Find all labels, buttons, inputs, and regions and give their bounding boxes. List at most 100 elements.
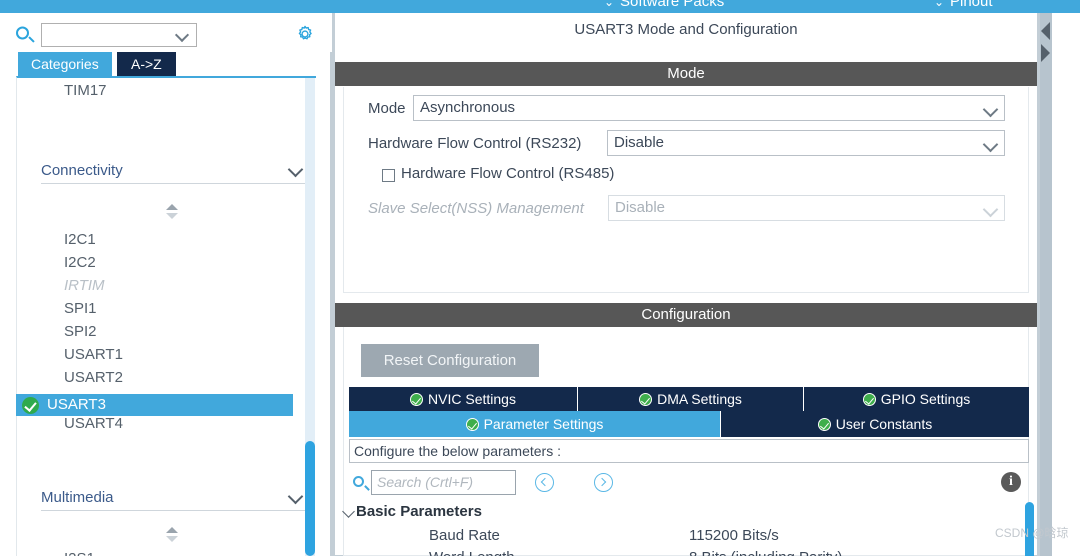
reset-configuration-button[interactable]: Reset Configuration (361, 344, 539, 377)
select-mode[interactable]: Asynchronous (413, 95, 1005, 121)
tree-item-tim17[interactable]: TIM17 (64, 82, 107, 99)
spinner-up-icon[interactable] (166, 204, 178, 210)
label-hw-flow-rs485[interactable]: Hardware Flow Control (RS485) (401, 165, 614, 182)
tab-software-packs[interactable]: Software Packs (620, 0, 724, 10)
panel-splitter-track[interactable] (1040, 13, 1052, 556)
tree-item-usart3-label: USART3 (47, 396, 106, 413)
chevron-down-icon[interactable] (177, 29, 188, 40)
parameter-search-input[interactable]: Search (Crtl+F) (371, 470, 516, 495)
group-header-connectivity[interactable]: Connectivity (41, 162, 307, 184)
search-icon (353, 476, 364, 487)
tab-user-constants-label: User Constants (835, 416, 933, 432)
mode-section-body: Mode Asynchronous Hardware Flow Control … (343, 87, 1029, 293)
tab-user-constants[interactable]: User Constants (721, 411, 1029, 437)
chevron-down-icon[interactable] (290, 491, 301, 502)
tree-item-irtim[interactable]: IRTIM (64, 277, 105, 294)
check-icon (22, 397, 39, 414)
chevron-left-icon: ⌄ (604, 0, 615, 9)
scroll-spinner-multimedia[interactable] (166, 527, 179, 542)
spinner-down-icon[interactable] (166, 213, 178, 219)
chevron-down-icon[interactable] (290, 164, 301, 175)
tree-item-usart1[interactable]: USART1 (64, 346, 123, 363)
tab-dma-settings-label: DMA Settings (657, 391, 742, 407)
spinner-down-icon[interactable] (166, 536, 178, 542)
app-root: ⌄ Software Packs ⌄ Pinout Categories A->… (0, 0, 1080, 556)
param-group-basic-parameters[interactable]: Basic Parameters (356, 503, 482, 520)
arrow-left-glyph (540, 477, 550, 487)
sidebar-search-row (0, 13, 332, 52)
panel-splitter-handle[interactable] (1040, 22, 1052, 62)
search-input[interactable] (42, 24, 196, 30)
group-label-connectivity: Connectivity (41, 162, 123, 179)
tab-parameter-settings[interactable]: Parameter Settings (349, 411, 721, 437)
config-tabs-row-2: Parameter Settings User Constants (349, 411, 1029, 437)
tab-dma-settings[interactable]: DMA Settings (578, 387, 804, 411)
tree-item-i2c1[interactable]: I2C1 (64, 231, 96, 248)
select-mode-value: Asynchronous (420, 99, 516, 116)
chevron-down-icon[interactable] (985, 139, 995, 149)
check-circle-icon (817, 418, 831, 431)
mode-section-header: Mode (335, 62, 1037, 86)
search-combo[interactable] (41, 23, 197, 47)
tab-categories[interactable]: Categories (18, 52, 112, 76)
search-icon (16, 26, 29, 40)
param-group-basic-parameters-label: Basic Parameters (356, 503, 482, 520)
configuration-section-header: Configuration (335, 303, 1037, 327)
config-tabs-row-1: NVIC Settings DMA Settings GPIO Settings (349, 387, 1029, 411)
select-hw-flow-rs232-value: Disable (614, 134, 665, 151)
collapse-right-icon[interactable] (1041, 44, 1050, 62)
parameter-search-row: Search (Crtl+F) i (349, 467, 1029, 499)
tree-item-i2s1[interactable]: I2S1 (64, 550, 95, 556)
tab-gpio-settings[interactable]: GPIO Settings (804, 387, 1029, 411)
scroll-spinner-connectivity[interactable] (166, 204, 179, 219)
page-title: USART3 Mode and Configuration (335, 13, 1037, 47)
chevron-left-circle-icon[interactable] (535, 473, 554, 492)
spinner-up-icon[interactable] (166, 527, 178, 533)
tab-pinout[interactable]: Pinout (950, 0, 993, 10)
sidebar: Categories A->Z TIM17 Connectivity I2C1 … (0, 13, 332, 556)
tree-item-spi1[interactable]: SPI1 (64, 300, 97, 317)
watermark: CSDN @晗琼 (995, 526, 1069, 540)
configure-note: Configure the below parameters : (349, 439, 1029, 463)
tree-item-spi2[interactable]: SPI2 (64, 323, 97, 340)
chevron-down-icon[interactable] (344, 507, 353, 516)
group-header-multimedia[interactable]: Multimedia (41, 489, 307, 511)
configuration-panel: USART3 Mode and Configuration Mode Mode … (334, 13, 1038, 556)
arrow-right-glyph (597, 477, 607, 487)
sidebar-scrollbar-thumb[interactable] (305, 441, 315, 556)
tree-item-usart2[interactable]: USART2 (64, 369, 123, 386)
select-slave-select-nss-value: Disable (615, 199, 666, 216)
label-slave-select-nss: Slave Select(NSS) Management (368, 200, 584, 217)
info-icon[interactable]: i (1001, 472, 1021, 492)
chevron-down-icon[interactable] (985, 104, 995, 114)
tab-gpio-settings-label: GPIO Settings (880, 391, 971, 407)
param-value-baud-rate[interactable]: 115200 Bits/s (689, 527, 779, 544)
tab-parameter-settings-label: Parameter Settings (483, 416, 604, 432)
select-slave-select-nss: Disable (608, 195, 1005, 221)
peripheral-tree: TIM17 Connectivity I2C1 I2C2 IRTIM SPI1 … (16, 76, 316, 556)
chevron-down-icon (985, 204, 995, 214)
check-circle-icon (639, 393, 653, 406)
group-label-multimedia: Multimedia (41, 489, 114, 506)
collapse-left-icon[interactable] (1041, 22, 1050, 40)
param-value-word-length[interactable]: 8 Bits (including Parity) (689, 549, 842, 556)
param-name-word-length: Word Length (429, 549, 515, 556)
gear-icon[interactable] (296, 25, 315, 44)
param-name-baud-rate: Baud Rate (429, 527, 500, 544)
tree-item-usart4[interactable]: USART4 (64, 415, 123, 432)
check-circle-icon (862, 393, 876, 406)
check-circle-icon (410, 393, 424, 406)
checkbox-hw-flow-rs485[interactable] (382, 169, 395, 182)
tab-nvic-settings[interactable]: NVIC Settings (349, 387, 578, 411)
label-mode: Mode (368, 100, 406, 117)
sidebar-tabs: Categories A->Z (0, 52, 332, 76)
tree-item-usart3[interactable]: USART3 (16, 394, 293, 416)
chevron-right-circle-icon[interactable] (594, 473, 613, 492)
top-tab-strip: ⌄ Software Packs ⌄ Pinout (0, 0, 1080, 13)
tab-nvic-settings-label: NVIC Settings (428, 391, 516, 407)
tab-a-to-z[interactable]: A->Z (117, 52, 176, 76)
chevron-left-icon: ⌄ (934, 0, 945, 9)
select-hw-flow-rs232[interactable]: Disable (607, 130, 1005, 156)
configuration-section-body: Reset Configuration NVIC Settings DMA Se… (343, 327, 1034, 556)
tree-item-i2c2[interactable]: I2C2 (64, 254, 96, 271)
